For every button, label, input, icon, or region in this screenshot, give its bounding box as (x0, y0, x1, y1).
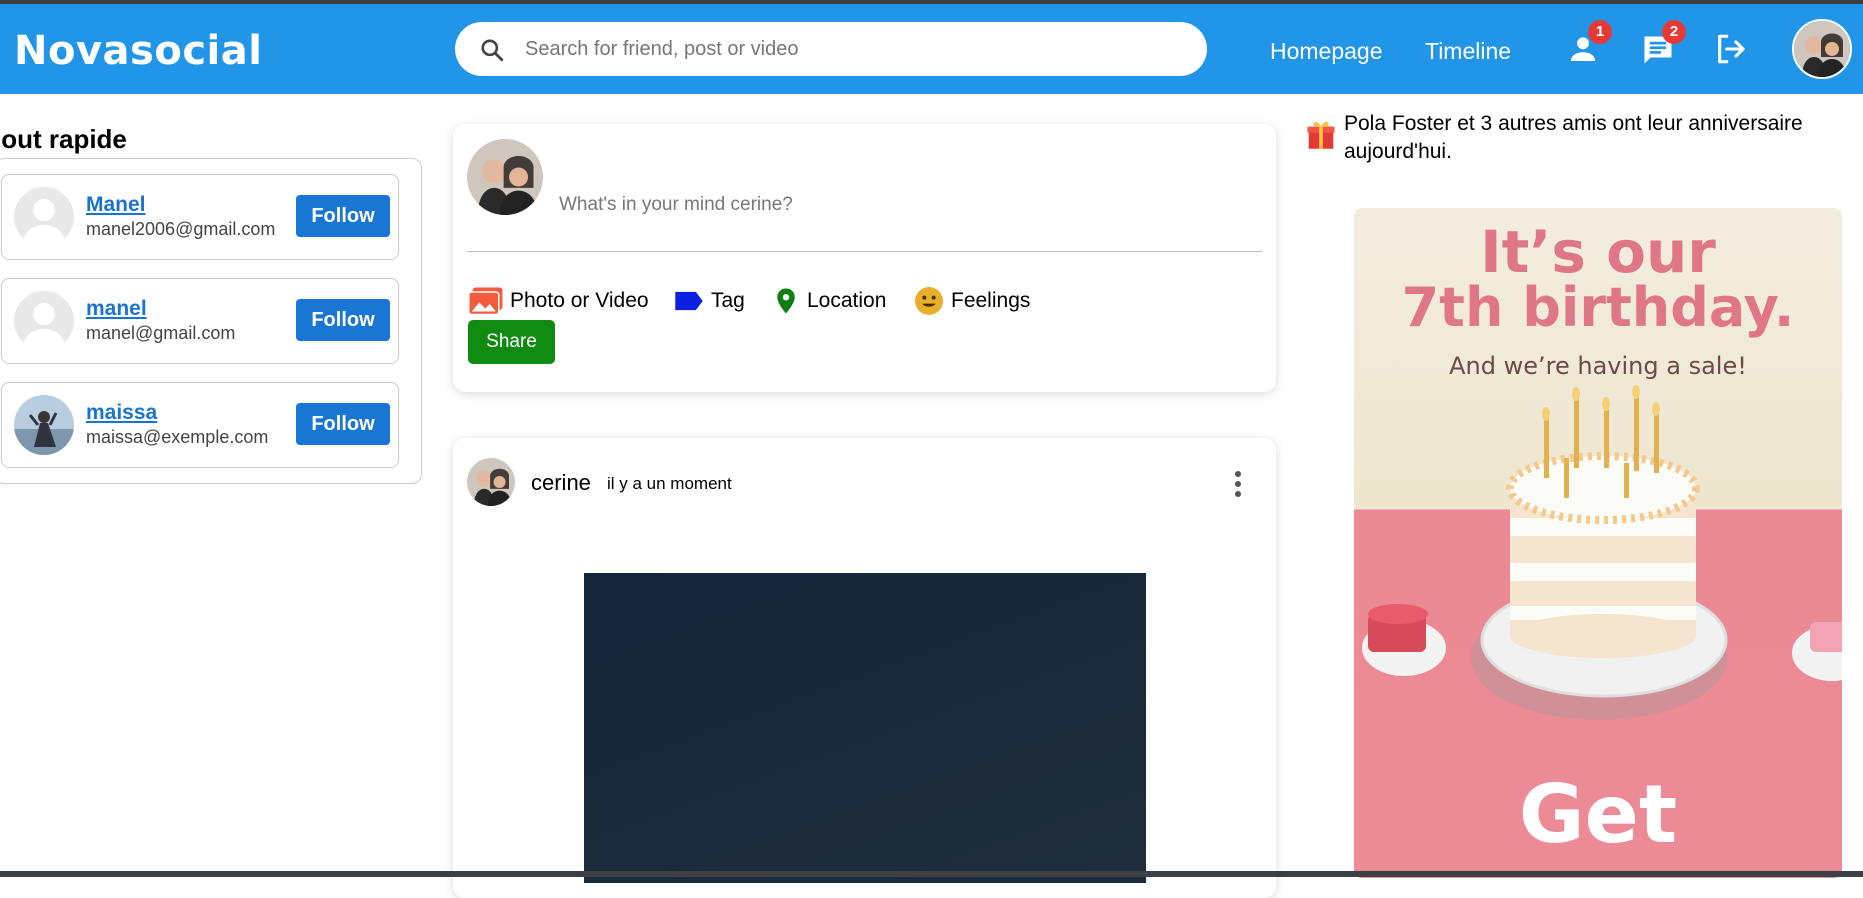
window-bottom-border (0, 871, 1863, 877)
quick-add-title: jout rapide (0, 124, 127, 154)
photo-avatar[interactable] (14, 395, 74, 455)
logout-button[interactable] (1710, 28, 1754, 72)
post-author-avatar[interactable] (467, 458, 515, 506)
photo-video-label: Photo or Video (510, 289, 649, 312)
ad-offer-text: Get (1518, 768, 1678, 861)
post-author-name[interactable]: cerine (531, 470, 591, 496)
location-pin-icon (777, 288, 795, 314)
suggested-user-card: maissa maissa@exemple.com Follow (1, 382, 399, 468)
feelings-option[interactable]: Feelings (913, 284, 1030, 318)
suggested-user-name[interactable]: Manel (86, 193, 146, 217)
default-avatar[interactable] (14, 291, 74, 351)
follow-button[interactable]: Follow (296, 299, 390, 341)
logout-icon (1718, 34, 1745, 64)
birthday-text: Pola Foster et 3 autres amis ont leur an… (1344, 112, 1803, 163)
default-avatar[interactable] (14, 187, 74, 247)
suggested-user-email: manel2006@gmail.com (86, 219, 276, 239)
post-image[interactable] (584, 573, 1146, 883)
search-input[interactable] (525, 34, 1185, 64)
post-composer: Photo or Video Tag Location Feelings Sha… (453, 124, 1276, 392)
location-option[interactable]: Location (771, 284, 886, 318)
nav-timeline-link[interactable]: Timeline (1425, 38, 1511, 65)
post-options-button[interactable] (1223, 464, 1253, 504)
share-button[interactable]: Share (468, 320, 555, 364)
search-icon (481, 39, 504, 62)
feelings-label: Feelings (951, 289, 1031, 312)
follow-button[interactable]: Follow (296, 403, 390, 445)
more-vertical-icon (1235, 471, 1241, 497)
location-label: Location (807, 289, 887, 312)
messages-button[interactable]: 2 (1636, 20, 1686, 72)
search-bar[interactable] (455, 22, 1207, 76)
birthday-cake-illustration (1362, 385, 1842, 720)
ad-subline: And we’re having a sale! (1449, 352, 1747, 380)
friend-requests-button[interactable]: 1 (1562, 20, 1612, 72)
quick-add-panel: Manel manel2006@gmail.com Follow manel m… (0, 158, 422, 484)
top-navbar: Novasocial Homepage Timeline 1 2 (0, 4, 1863, 94)
composer-avatar[interactable] (467, 139, 543, 215)
messages-badge: 2 (1662, 20, 1686, 44)
friend-requests-badge: 1 (1588, 20, 1612, 44)
suggested-user-email: maissa@exemple.com (86, 427, 269, 447)
suggested-user-card: Manel manel2006@gmail.com Follow (1, 174, 399, 260)
photo-video-option[interactable]: Photo or Video (468, 284, 649, 318)
composer-divider (467, 251, 1262, 252)
birthday-sale-ad[interactable]: It’s our 7th birthday. And we’re having … (1354, 208, 1842, 878)
emoji-icon (915, 287, 943, 315)
suggested-user-email: manel@gmail.com (86, 323, 236, 343)
suggested-user-card: manel manel@gmail.com Follow (1, 278, 399, 364)
gift-icon (1307, 121, 1335, 149)
photo-library-icon (468, 287, 503, 316)
follow-button[interactable]: Follow (296, 195, 390, 237)
profile-avatar[interactable] (1792, 19, 1852, 79)
composer-input[interactable] (559, 190, 1239, 220)
app-logo[interactable]: Novasocial (14, 28, 262, 74)
suggested-user-name[interactable]: maissa (86, 401, 157, 425)
nav-homepage-link[interactable]: Homepage (1270, 38, 1383, 65)
suggested-user-name[interactable]: manel (86, 297, 147, 321)
tag-label: Tag (711, 289, 745, 312)
ad-headline-2: 7th birthday. (1401, 276, 1795, 339)
label-icon (675, 291, 703, 311)
post-timestamp: il y a un moment (607, 474, 732, 493)
tag-option[interactable]: Tag (673, 284, 745, 318)
feed-post: cerine il y a un moment (453, 438, 1276, 898)
